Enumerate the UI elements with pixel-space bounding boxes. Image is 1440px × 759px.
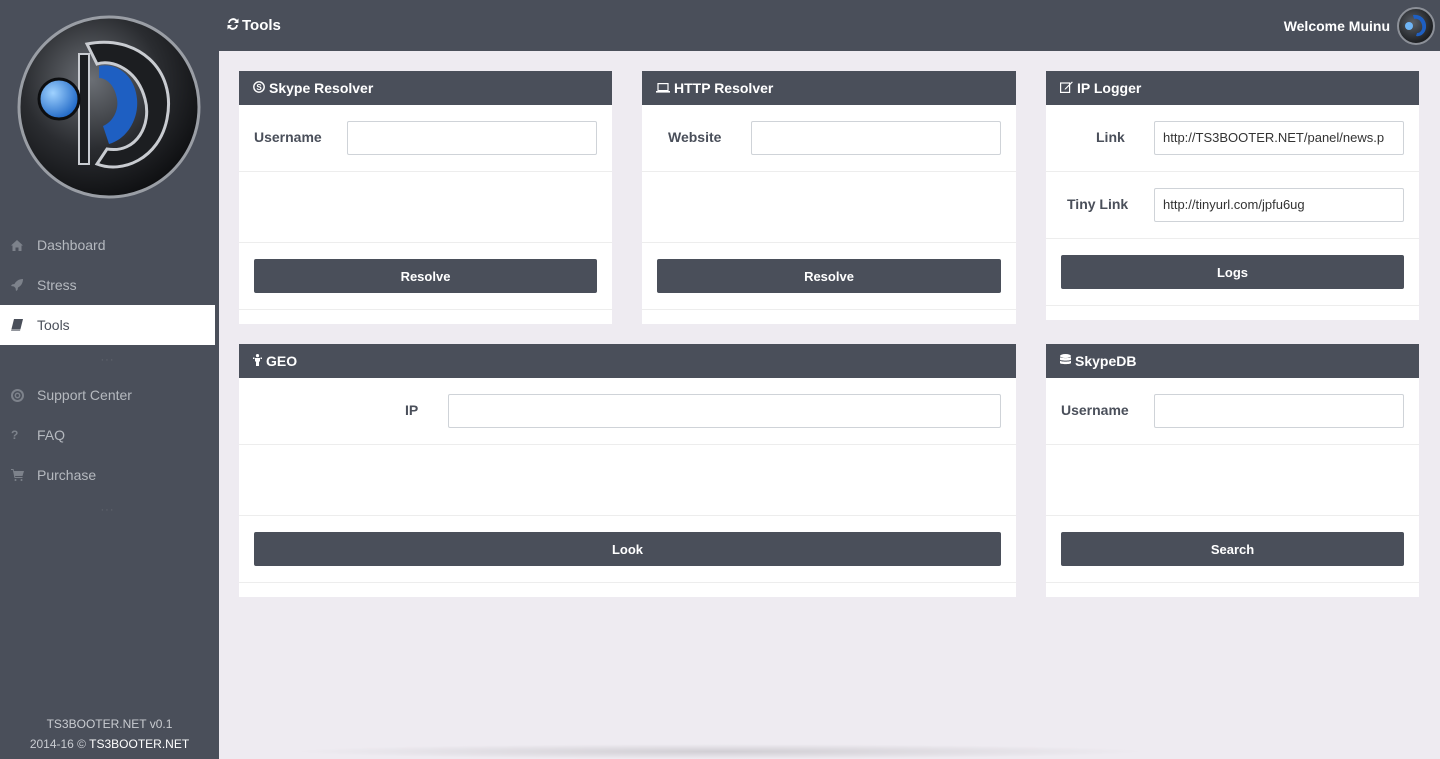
divider xyxy=(239,309,612,310)
teamspeak-logo xyxy=(17,15,201,199)
divider xyxy=(239,582,1016,583)
divider xyxy=(642,309,1016,310)
divider xyxy=(1046,171,1419,172)
footer-version: TS3BOOTER.NET v0.1 xyxy=(46,717,173,731)
divider xyxy=(642,171,1016,172)
geo-header: GEO xyxy=(239,344,1016,378)
search-button[interactable]: Search xyxy=(1061,532,1404,566)
divider xyxy=(1046,515,1419,516)
divider xyxy=(239,444,1016,445)
divider xyxy=(239,242,612,243)
http-resolver-panel: HTTP Resolver Website Resolve xyxy=(642,71,1016,324)
sidebar-divider: ··· xyxy=(100,504,115,516)
sidebar-item-label: Purchase xyxy=(37,467,97,483)
footer-copyright: 2014-16 © TS3BOOTER.NET xyxy=(0,734,219,754)
sidebar-item-label: Dashboard xyxy=(37,237,106,253)
page-title-text: Tools xyxy=(242,17,281,34)
sidebar-item-dashboard[interactable]: Dashboard xyxy=(0,225,215,265)
cart-icon xyxy=(11,469,37,481)
sidebar-nav: Dashboard Stress Tools ··· Support Cente… xyxy=(0,225,215,525)
welcome-text: Welcome Muinu xyxy=(1283,18,1390,34)
skypedb-username-input[interactable] xyxy=(1154,394,1404,428)
http-resolve-button[interactable]: Resolve xyxy=(657,259,1001,293)
username-label: Username xyxy=(1061,402,1129,418)
look-button[interactable]: Look xyxy=(254,532,1001,566)
username-label: Username xyxy=(254,129,322,145)
panel-title: HTTP Resolver xyxy=(674,80,774,96)
sidebar-divider: ··· xyxy=(100,354,115,366)
ip-label: IP xyxy=(405,402,419,418)
svg-text:S: S xyxy=(256,83,262,92)
website-input[interactable] xyxy=(751,121,1001,155)
ip-logger-header: IP Logger xyxy=(1046,71,1419,105)
divider xyxy=(1046,305,1419,306)
avatar[interactable] xyxy=(1397,7,1435,45)
skype-resolver-panel: S Skype Resolver Username Resolve xyxy=(239,71,612,324)
footer-brand-link[interactable]: TS3BOOTER.NET xyxy=(89,737,189,751)
sidebar-footer: TS3BOOTER.NET v0.1 2014-16 © TS3BOOTER.N… xyxy=(0,714,219,754)
divider xyxy=(642,242,1016,243)
tiny-link-label: Tiny Link xyxy=(1067,196,1129,212)
geo-ip-input[interactable] xyxy=(448,394,1001,428)
divider xyxy=(1046,444,1419,445)
sidebar-item-label: Stress xyxy=(37,277,77,293)
skypedb-panel: SkypeDB Username Search xyxy=(1046,344,1419,597)
page-title: Tools xyxy=(227,17,281,34)
sidebar-item-tools[interactable]: Tools xyxy=(0,305,215,345)
link-label: Link xyxy=(1096,129,1125,145)
question-icon: ? xyxy=(11,428,19,442)
sidebar-item-label: Tools xyxy=(37,317,70,333)
panel-title: SkypeDB xyxy=(1075,353,1137,369)
logs-button[interactable]: Logs xyxy=(1061,255,1404,289)
website-label: Website xyxy=(668,129,722,145)
refresh-icon xyxy=(227,17,239,34)
divider xyxy=(239,515,1016,516)
laptop-icon xyxy=(656,80,670,96)
panel-title: GEO xyxy=(266,353,298,369)
link-input[interactable]: http://TS3BOOTER.NET/panel/news.p xyxy=(1154,121,1404,155)
book-icon xyxy=(11,319,37,331)
panel-title: Skype Resolver xyxy=(269,80,374,96)
sidebar-item-purchase[interactable]: Purchase xyxy=(0,455,215,495)
skype-icon: S xyxy=(253,80,265,96)
http-resolver-header: HTTP Resolver xyxy=(642,71,1016,105)
footer-copy-text: 2014-16 © xyxy=(29,737,87,751)
sidebar: Dashboard Stress Tools ··· Support Cente… xyxy=(0,0,219,759)
skype-username-input[interactable] xyxy=(347,121,597,155)
panel-title: IP Logger xyxy=(1077,80,1142,96)
geo-panel: GEO IP Look xyxy=(239,344,1016,597)
edit-icon xyxy=(1060,80,1073,96)
topbar: Tools Welcome Muinu xyxy=(219,0,1440,51)
divider xyxy=(1046,582,1419,583)
sidebar-item-label: FAQ xyxy=(37,427,66,443)
sidebar-item-faq[interactable]: ? FAQ xyxy=(0,415,215,455)
ip-logger-panel: IP Logger Link http://TS3BOOTER.NET/pane… xyxy=(1046,71,1419,320)
skype-resolve-button[interactable]: Resolve xyxy=(254,259,597,293)
divider xyxy=(239,171,612,172)
skypedb-header: SkypeDB xyxy=(1046,344,1419,378)
sidebar-item-support-center[interactable]: Support Center xyxy=(0,375,215,415)
divider xyxy=(1046,238,1419,239)
lifebuoy-icon xyxy=(11,388,37,402)
rocket-icon xyxy=(11,279,37,291)
sidebar-item-stress[interactable]: Stress xyxy=(0,265,215,305)
sidebar-item-label: Support Center xyxy=(37,387,132,403)
database-icon xyxy=(1060,353,1071,369)
skype-resolver-header: S Skype Resolver xyxy=(239,71,612,105)
footer-shadow xyxy=(290,744,1150,759)
tiny-link-input[interactable]: http://tinyurl.com/jpfu6ug xyxy=(1154,188,1404,222)
home-icon xyxy=(11,239,37,251)
street-view-icon xyxy=(253,353,262,369)
